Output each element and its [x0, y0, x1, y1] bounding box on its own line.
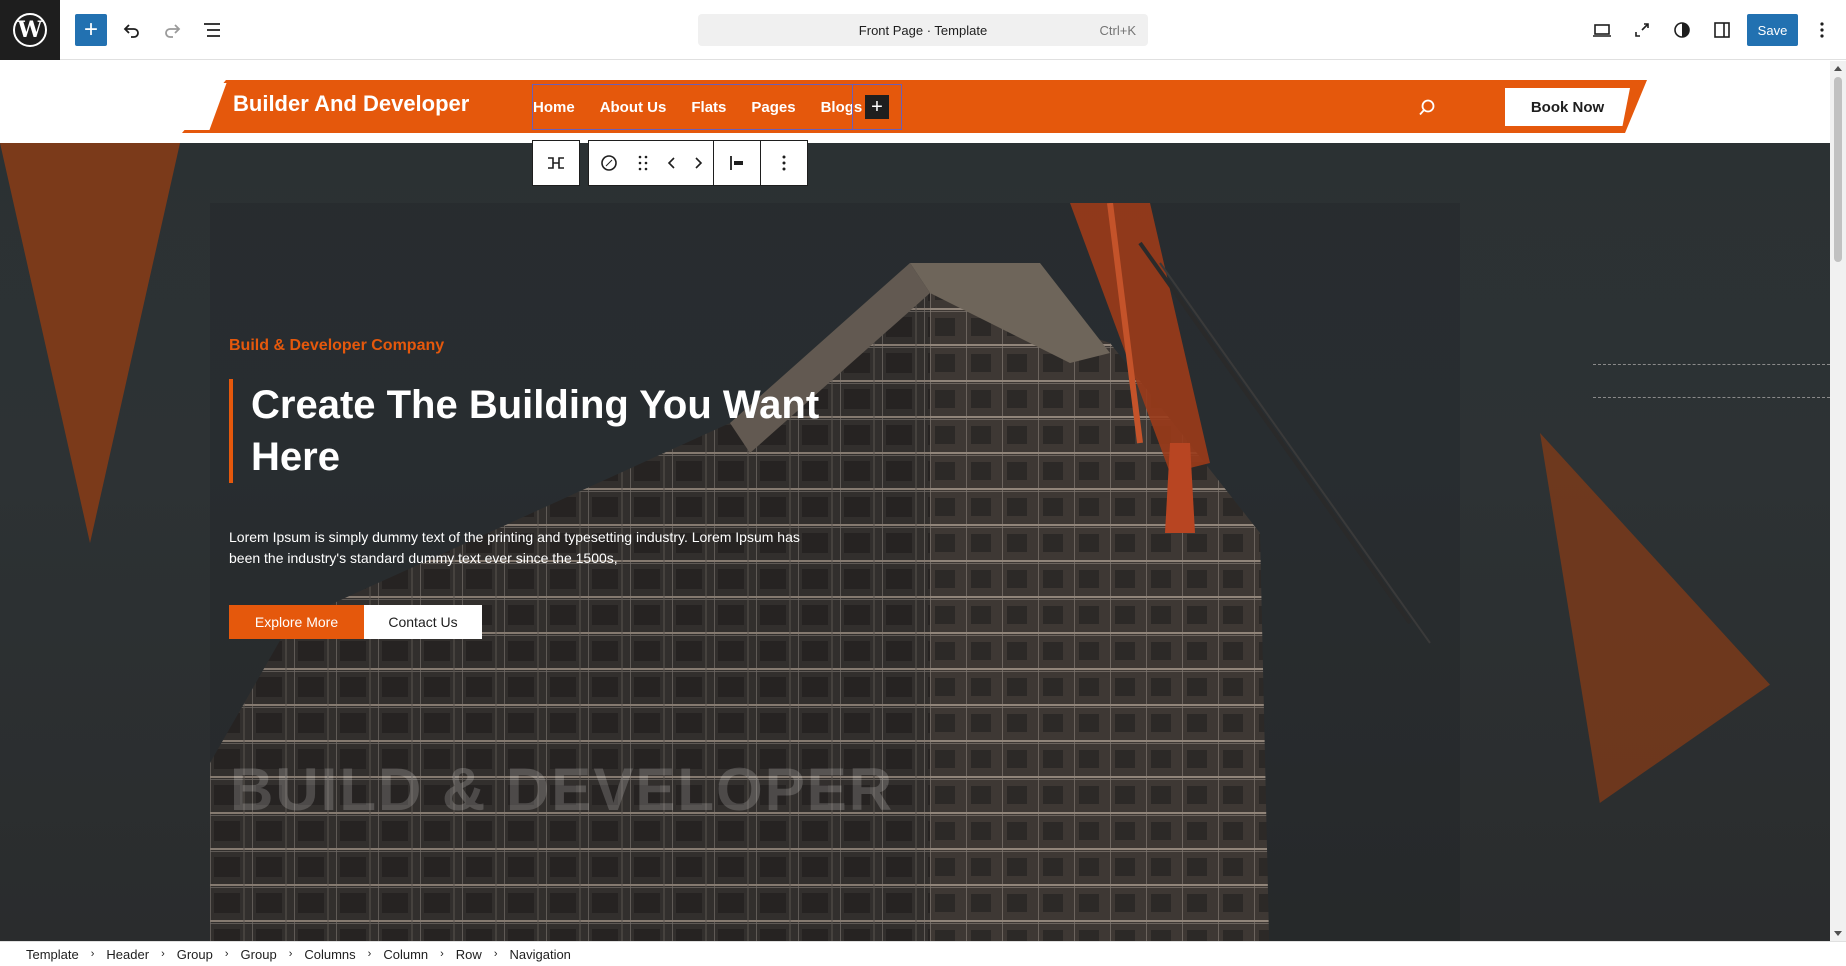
breadcrumb-item-template[interactable]: Template: [26, 947, 79, 962]
more-options-icon[interactable]: [1806, 14, 1838, 46]
block-options-icon[interactable]: [761, 141, 807, 185]
explore-more-button[interactable]: Explore More: [229, 605, 364, 639]
command-shortcut: Ctrl+K: [1099, 22, 1136, 38]
empty-block-placeholder[interactable]: [1593, 364, 1830, 398]
breadcrumb-item-group[interactable]: Group: [177, 947, 213, 962]
breadcrumb-item-row[interactable]: Row: [456, 947, 482, 962]
document-overview-icon[interactable]: [196, 14, 228, 46]
add-nav-item-wrapper: +: [852, 84, 902, 130]
breadcrumb-item-column[interactable]: Column: [383, 947, 428, 962]
search-icon[interactable]: [1417, 98, 1437, 118]
hero-watermark-text: BUILD & DEVELOPER: [230, 756, 895, 823]
select-parent-icon[interactable]: [533, 141, 579, 185]
navigation-block[interactable]: Home About Us Flats Pages Blogs: [532, 84, 902, 130]
undo-icon[interactable]: [116, 14, 148, 46]
nav-item-flats[interactable]: Flats: [691, 99, 726, 116]
document-title-bar[interactable]: Front Page · Template Ctrl+K: [698, 14, 1148, 46]
nav-item-home[interactable]: Home: [533, 99, 575, 116]
breadcrumb-separator-icon: ›: [367, 948, 372, 960]
canvas-scrollbar[interactable]: [1830, 61, 1846, 941]
scroll-up-icon[interactable]: [1834, 66, 1842, 71]
breadcrumb-item-navigation: Navigation: [509, 946, 571, 962]
breadcrumb-separator-icon: ›: [493, 948, 498, 960]
styles-icon[interactable]: [1666, 14, 1698, 46]
drag-handle-icon[interactable]: [629, 141, 657, 185]
breadcrumb-separator-icon: ›: [440, 948, 444, 960]
add-block-button[interactable]: +: [865, 95, 889, 119]
move-left-icon[interactable]: [657, 141, 685, 185]
scroll-down-icon[interactable]: [1834, 931, 1842, 936]
block-toolbar-main-group: [588, 140, 808, 186]
nav-item-about-us[interactable]: About Us: [600, 99, 667, 116]
fullscreen-icon[interactable]: [1626, 14, 1658, 46]
breadcrumb-separator-icon: ›: [288, 948, 293, 960]
block-breadcrumb: Template › Header › Group › Group › Colu…: [0, 941, 1846, 966]
scrollbar-thumb[interactable]: [1834, 77, 1842, 262]
breadcrumb-item-columns[interactable]: Columns: [304, 947, 355, 962]
settings-sidebar-icon[interactable]: [1706, 14, 1738, 46]
block-inserter-button[interactable]: +: [75, 14, 107, 46]
building-image: [210, 203, 1460, 941]
breadcrumb-separator-icon: ›: [161, 948, 165, 960]
hero-tagline[interactable]: Build & Developer Company: [229, 337, 444, 355]
block-toolbar-parent-group: [532, 140, 580, 186]
desktop-view-icon[interactable]: [1586, 14, 1618, 46]
block-toolbar: [532, 140, 816, 186]
breadcrumb-item-group[interactable]: Group: [241, 947, 277, 962]
wordpress-logo-icon[interactable]: W: [0, 0, 60, 60]
justify-left-icon[interactable]: [714, 141, 760, 185]
hero-section[interactable]: Build & Developer Company Create The Bui…: [0, 143, 1830, 941]
book-now-button[interactable]: Book Now: [1505, 88, 1630, 126]
editor-canvas: Build & Developer Company Create The Bui…: [0, 61, 1830, 941]
navigation-compass-icon[interactable]: [589, 141, 629, 185]
breadcrumb-item-header[interactable]: Header: [106, 947, 149, 962]
redo-icon[interactable]: [156, 14, 188, 46]
hero-description[interactable]: Lorem Ipsum is simply dummy text of the …: [229, 527, 829, 569]
breadcrumb-separator-icon: ›: [90, 948, 95, 960]
hero-heading[interactable]: Create The Building You Want Here: [229, 379, 869, 483]
document-title: Front Page · Template: [858, 22, 988, 38]
site-header[interactable]: Builder And Developer Home About Us Flat…: [0, 61, 1830, 186]
site-title[interactable]: Builder And Developer: [233, 91, 469, 117]
move-right-icon[interactable]: [685, 141, 713, 185]
breadcrumb-separator-icon: ›: [224, 948, 229, 960]
editor-topbar: W + Front Page · Template Ctrl+K Save: [0, 0, 1846, 60]
save-button[interactable]: Save: [1747, 14, 1798, 46]
nav-item-pages[interactable]: Pages: [751, 99, 795, 116]
contact-us-button[interactable]: Contact Us: [364, 605, 482, 639]
